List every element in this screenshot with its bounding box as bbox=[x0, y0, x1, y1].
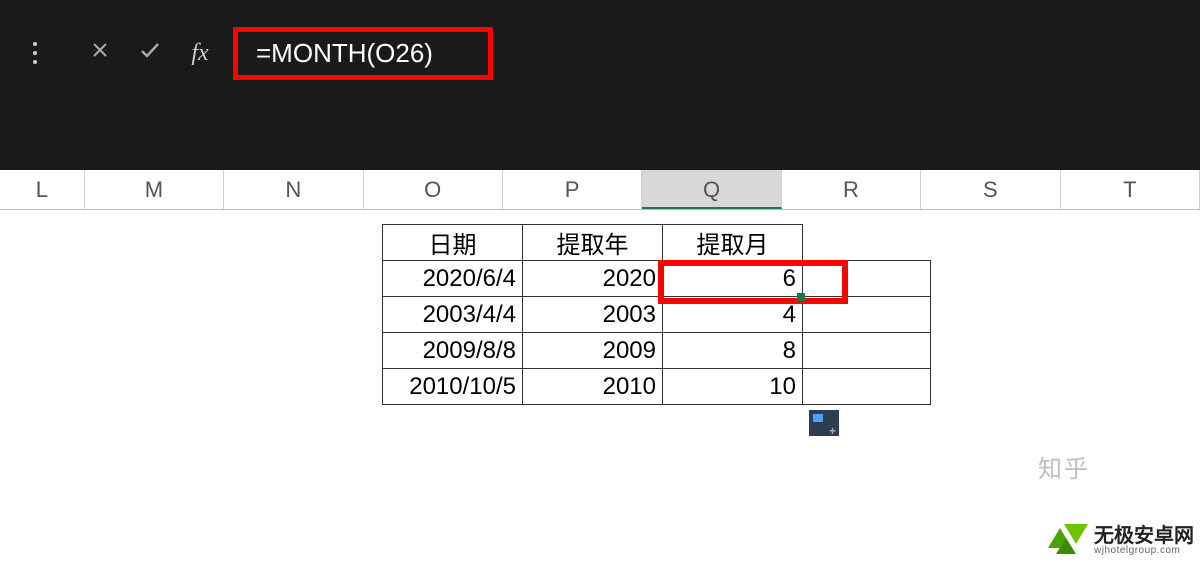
empty-cell[interactable] bbox=[803, 225, 931, 261]
column-header-n[interactable]: N bbox=[224, 170, 363, 209]
table-row: 2009/8/8 2009 8 bbox=[383, 333, 931, 369]
cell[interactable] bbox=[803, 261, 931, 297]
cell[interactable]: 2009/8/8 bbox=[383, 333, 523, 369]
data-table: 日期 提取年 提取月 2020/6/4 2020 6 2003/4/4 2003… bbox=[382, 224, 931, 405]
formula-highlight-box: =MONTH(O26) bbox=[233, 27, 493, 80]
site-text: 无极安卓网 wjhotelgroup.com bbox=[1094, 526, 1194, 556]
cell[interactable]: 2003/4/4 bbox=[383, 297, 523, 333]
column-header-m[interactable]: M bbox=[85, 170, 224, 209]
column-header-r[interactable]: R bbox=[782, 170, 921, 209]
formula-input[interactable]: =MONTH(O26) bbox=[256, 38, 433, 68]
selection-fill-handle[interactable] bbox=[797, 293, 805, 301]
cell[interactable]: 2020/6/4 bbox=[383, 261, 523, 297]
cell[interactable] bbox=[803, 333, 931, 369]
confirm-icon[interactable] bbox=[125, 38, 175, 68]
autofill-options-icon[interactable] bbox=[809, 410, 839, 436]
column-header-t[interactable]: T bbox=[1061, 170, 1200, 209]
header-year[interactable]: 提取年 bbox=[523, 225, 663, 261]
watermark-zhihu: 知乎 bbox=[1038, 449, 1090, 484]
formula-bar-area: fx =MONTH(O26) bbox=[0, 0, 1200, 170]
cell[interactable]: 10 bbox=[663, 369, 803, 405]
cell[interactable] bbox=[803, 369, 931, 405]
more-menu-icon[interactable] bbox=[15, 42, 55, 64]
site-name-cn: 无极安卓网 bbox=[1094, 526, 1194, 546]
site-logo-icon bbox=[1048, 524, 1090, 558]
cell[interactable]: 2010 bbox=[523, 369, 663, 405]
cell[interactable]: 2020 bbox=[523, 261, 663, 297]
column-header-s[interactable]: S bbox=[921, 170, 1060, 209]
table-row: 2003/4/4 2003 4 bbox=[383, 297, 931, 333]
fx-label[interactable]: fx bbox=[175, 40, 225, 67]
cancel-icon[interactable] bbox=[75, 38, 125, 68]
column-headers: LMNOPQRST bbox=[0, 170, 1200, 210]
table-row: 2020/6/4 2020 6 bbox=[383, 261, 931, 297]
cell[interactable]: 4 bbox=[663, 297, 803, 333]
cell[interactable]: 8 bbox=[663, 333, 803, 369]
table-row: 2010/10/5 2010 10 bbox=[383, 369, 931, 405]
cell-selected[interactable]: 6 bbox=[663, 261, 803, 297]
header-month[interactable]: 提取月 bbox=[663, 225, 803, 261]
cell[interactable]: 2009 bbox=[523, 333, 663, 369]
cell[interactable] bbox=[803, 297, 931, 333]
site-name-en: wjhotelgroup.com bbox=[1094, 546, 1194, 556]
cell[interactable]: 2010/10/5 bbox=[383, 369, 523, 405]
watermark-site: 无极安卓网 wjhotelgroup.com bbox=[1048, 524, 1194, 558]
table-row: 日期 提取年 提取月 bbox=[383, 225, 931, 261]
formula-row: fx =MONTH(O26) bbox=[0, 28, 1200, 78]
cell[interactable]: 2003 bbox=[523, 297, 663, 333]
spreadsheet-grid[interactable]: 日期 提取年 提取月 2020/6/4 2020 6 2003/4/4 2003… bbox=[0, 210, 1200, 564]
column-header-q[interactable]: Q bbox=[642, 170, 781, 209]
column-header-l[interactable]: L bbox=[0, 170, 85, 209]
column-header-p[interactable]: P bbox=[503, 170, 642, 209]
column-header-o[interactable]: O bbox=[364, 170, 503, 209]
header-date[interactable]: 日期 bbox=[383, 225, 523, 261]
